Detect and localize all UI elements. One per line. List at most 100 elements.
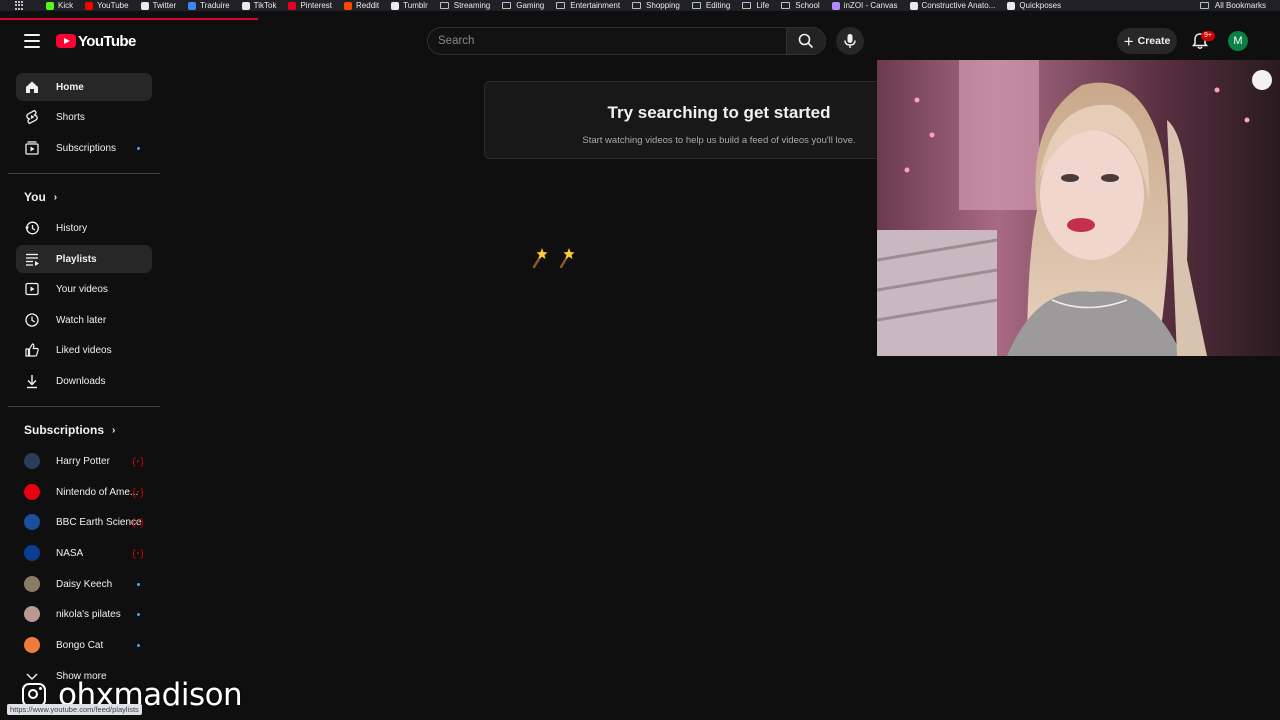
sidebar-item-label: Subscriptions: [56, 142, 117, 154]
chevron-right-icon: ›: [53, 191, 58, 203]
bookmark-label: Entertainment: [570, 1, 621, 10]
subscription-channel[interactable]: Harry Potter: [16, 447, 152, 475]
bookmark-label: Kick: [58, 1, 74, 10]
sidebar-item-history[interactable]: History: [16, 214, 152, 242]
folder-icon: [781, 2, 791, 9]
favicon-icon: [46, 1, 54, 10]
chevron-right-icon: ›: [112, 424, 116, 436]
favicon-icon: [188, 1, 197, 10]
bookmark-item[interactable]: Tumblr: [391, 0, 428, 11]
bookmark-item[interactable]: Twitter: [140, 0, 177, 11]
guide-menu-button[interactable]: [24, 34, 40, 48]
favicon-icon: [909, 1, 918, 10]
webcam-overlay: [877, 60, 1280, 356]
bookmark-label: Quickposes: [1019, 1, 1062, 10]
bookmark-item[interactable]: Life: [742, 0, 769, 11]
bookmark-label: Traduire: [200, 1, 230, 10]
new-content-dot: [137, 613, 140, 616]
sidebar-item-label: Playlists: [56, 253, 97, 265]
bookmark-item[interactable]: Pinterest: [288, 0, 332, 11]
bookmark-item[interactable]: Entertainment: [556, 0, 620, 11]
channel-avatar: [24, 606, 40, 622]
magic-wand-icon: [532, 248, 548, 269]
subscription-channel[interactable]: Nintendo of Ame...: [16, 478, 152, 506]
channel-avatar: [24, 514, 40, 530]
sidebar-item-playlists[interactable]: Playlists: [16, 245, 152, 273]
sidebar-item-label: Liked videos: [56, 344, 112, 356]
sidebar-item-label: Nintendo of Ame...: [56, 486, 139, 498]
home-icon: [26, 81, 38, 93]
subscription-channel[interactable]: BBC Earth Science: [16, 508, 152, 536]
create-button[interactable]: + Create: [1117, 28, 1177, 54]
you-heading-label: You: [24, 190, 46, 204]
subscription-channel[interactable]: NASA: [16, 539, 152, 567]
sidebar-item-liked-videos[interactable]: Liked videos: [16, 336, 152, 364]
search-box: [427, 27, 786, 55]
your-videos-icon: [25, 282, 39, 296]
shorts-icon: [26, 109, 38, 125]
sidebar-item-shorts[interactable]: Shorts: [16, 103, 152, 131]
bookmark-label: Reddit: [356, 1, 380, 10]
voice-search-button[interactable]: [836, 27, 864, 55]
bookmark-item[interactable]: Traduire: [188, 0, 230, 11]
search-input[interactable]: [428, 28, 786, 54]
search-button[interactable]: [786, 27, 826, 55]
sidebar-item-label: BBC Earth Science: [56, 516, 142, 528]
bookmark-item[interactable]: Constructive Anato...: [909, 0, 996, 11]
bookmark-item[interactable]: Reddit: [344, 0, 379, 11]
sidebar-item-downloads[interactable]: Downloads: [16, 367, 152, 395]
magic-wand-icon: [559, 248, 575, 269]
channel-avatar: [24, 576, 40, 592]
folder-icon: [742, 2, 752, 9]
favicon-icon: [288, 1, 297, 10]
bookmark-label: Gaming: [516, 1, 545, 10]
sidebar-item-your-videos[interactable]: Your videos: [16, 275, 152, 303]
sidebar-item-label: Harry Potter: [56, 455, 110, 467]
live-indicator-icon: [133, 457, 143, 467]
bookmark-item[interactable]: School: [781, 0, 820, 11]
bookmark-item[interactable]: inZOI - Canvas: [831, 0, 898, 11]
sidebar-item-label: Your videos: [56, 283, 108, 295]
subscription-channel[interactable]: Daisy Keech: [16, 570, 152, 598]
subscription-channel[interactable]: Bongo Cat: [16, 631, 152, 659]
bookmark-item[interactable]: Gaming: [502, 0, 544, 11]
bookmark-item[interactable]: TikTok: [241, 0, 276, 11]
sidebar-divider: [8, 406, 160, 407]
account-avatar[interactable]: M: [1228, 31, 1248, 51]
bookmark-item[interactable]: Kick: [46, 0, 73, 11]
bookmark-item[interactable]: YouTube: [85, 0, 129, 11]
bookmark-label: Twitter: [152, 1, 177, 10]
channel-avatar: [24, 637, 40, 653]
folder-icon: [502, 2, 512, 9]
sidebar-item-home[interactable]: Home: [16, 73, 152, 101]
history-icon: [25, 221, 39, 235]
new-content-dot: [137, 644, 140, 647]
bookmark-label: Constructive Anato...: [921, 1, 996, 10]
folder-icon: [632, 2, 642, 9]
sidebar-item-watch-later[interactable]: Watch later: [16, 306, 152, 334]
browser-status-url: https://www.youtube.com/feed/playlists: [7, 704, 142, 715]
sidebar-item-label: Shorts: [56, 111, 85, 123]
webcam-image: [877, 60, 1280, 356]
bookmark-label: School: [795, 1, 820, 10]
page-load-progress: [0, 18, 258, 20]
bookmark-item[interactable]: Quickposes: [1007, 0, 1061, 11]
folder-icon: [691, 2, 701, 9]
bookmarks-bar: Kick YouTube Twitter Traduire TikTok Pinteres…: [0, 0, 1280, 11]
favicon-icon: [140, 1, 149, 10]
apps-grid-icon[interactable]: [15, 1, 25, 10]
subscription-channel[interactable]: nikola's pilates: [16, 600, 152, 628]
sidebar-subscriptions-heading[interactable]: Subscriptions ›: [24, 423, 115, 437]
subscriptions-icon: [25, 141, 39, 155]
all-bookmarks-label: All Bookmarks: [1214, 1, 1266, 10]
bookmark-item[interactable]: Editing: [691, 0, 730, 11]
sidebar-item-subscriptions[interactable]: Subscriptions: [16, 134, 152, 162]
bookmark-item[interactable]: Shopping: [632, 0, 680, 11]
sidebar-item-label: Bongo Cat: [56, 639, 104, 651]
plus-icon: +: [1123, 31, 1134, 51]
new-content-dot: [137, 583, 140, 586]
sidebar-you-heading[interactable]: You ›: [24, 190, 57, 204]
bookmark-item[interactable]: Streaming: [439, 0, 490, 11]
youtube-logo[interactable]: YouTube: [56, 32, 136, 50]
all-bookmarks-button[interactable]: All Bookmarks: [1199, 0, 1266, 11]
